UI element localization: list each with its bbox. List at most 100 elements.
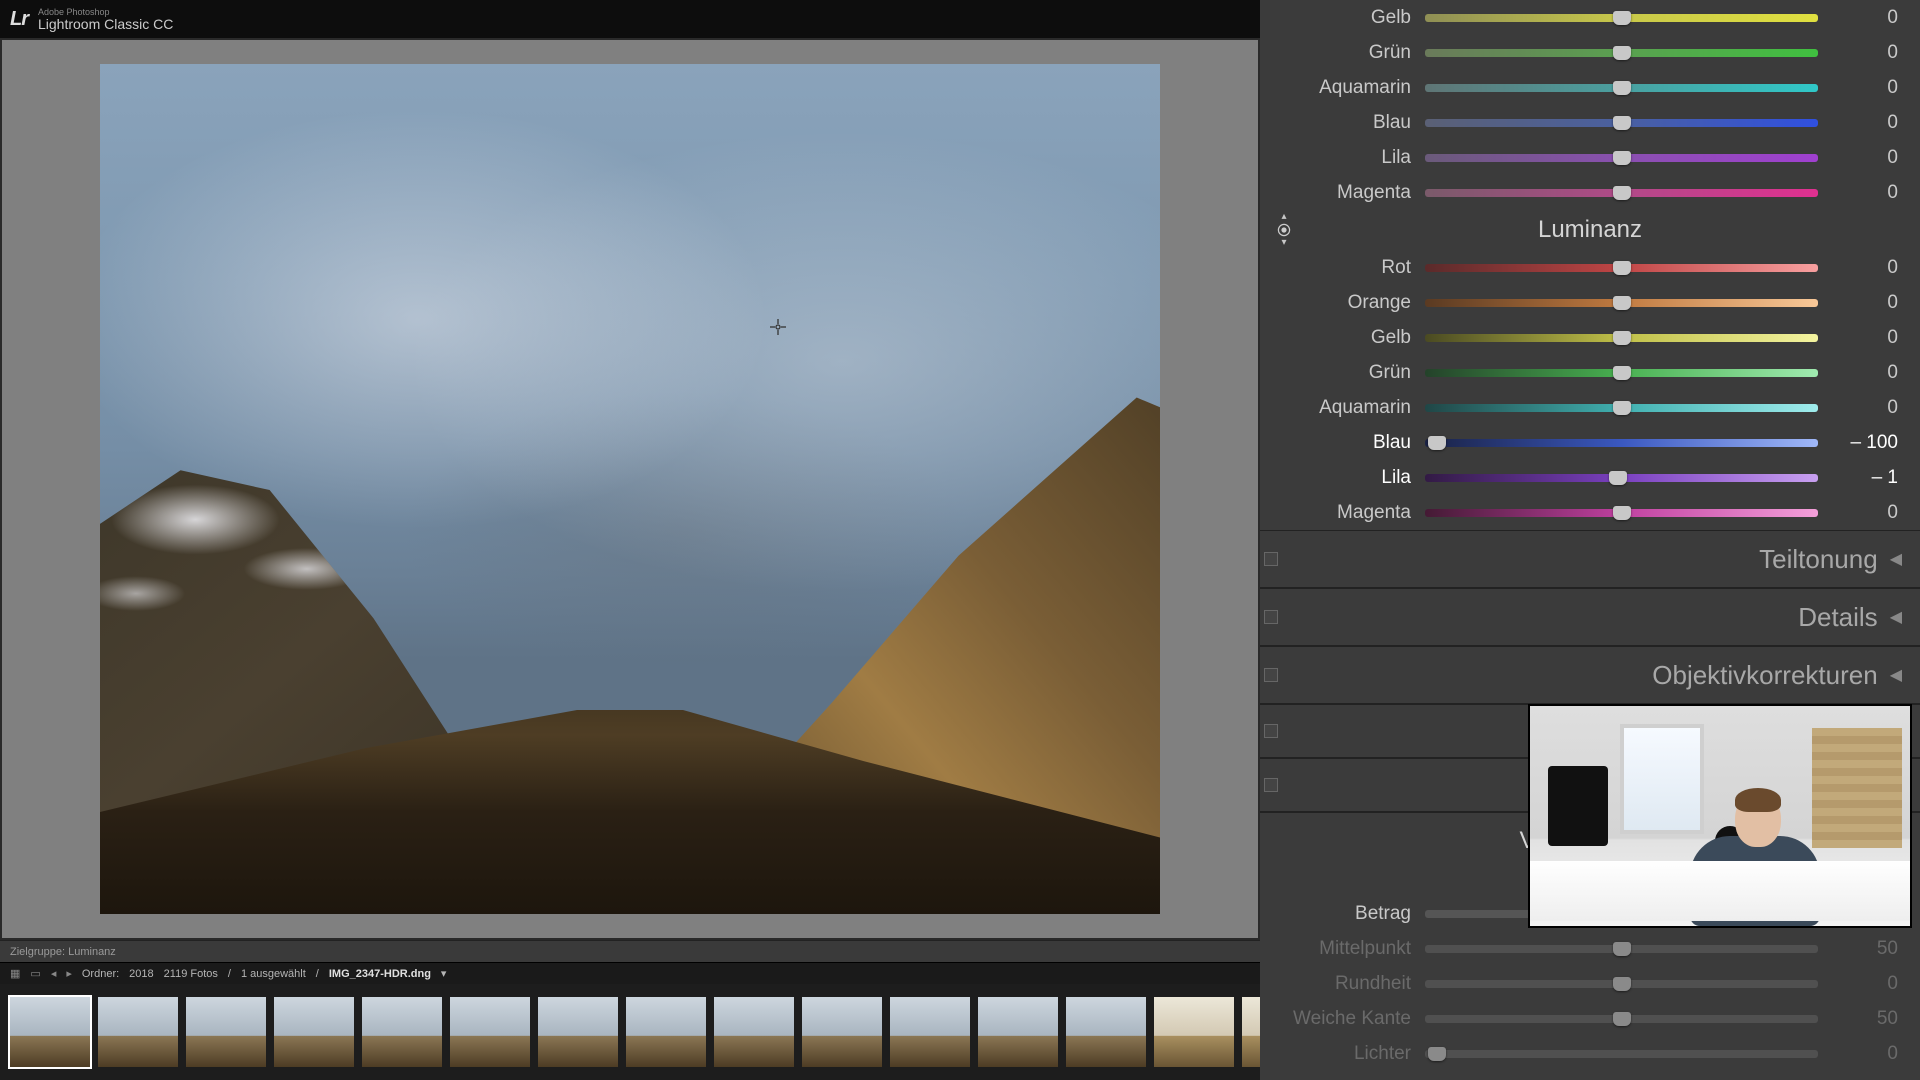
slider-value[interactable]: 0 xyxy=(1818,292,1898,314)
slider-track[interactable] xyxy=(1425,509,1818,517)
filmstrip-thumb[interactable] xyxy=(626,997,706,1067)
vignette-rundheit-row[interactable]: Rundheit 0 xyxy=(1260,966,1920,1001)
filmstrip-thumb[interactable] xyxy=(186,997,266,1067)
preview-canvas[interactable] xyxy=(0,38,1260,940)
filmstrip-thumb[interactable] xyxy=(274,997,354,1067)
slider-thumb[interactable] xyxy=(1613,11,1631,25)
slider-value[interactable]: 0 xyxy=(1818,327,1898,349)
slider-track[interactable] xyxy=(1425,49,1818,57)
develop-panel[interactable]: Gelb 0 Grün 0 Aquamarin 0 Blau 0 Lila 0 … xyxy=(1260,0,1920,1080)
panel-objektiv[interactable]: Objektivkorrekturen ◀ xyxy=(1260,646,1920,704)
slider-thumb[interactable] xyxy=(1613,151,1631,165)
slider-thumb[interactable] xyxy=(1613,942,1631,956)
filename-dropdown-icon[interactable]: ▾ xyxy=(441,967,447,980)
lum-orange-row[interactable]: Orange 0 xyxy=(1260,285,1920,320)
slider-track[interactable] xyxy=(1425,299,1818,307)
slider-thumb[interactable] xyxy=(1613,296,1631,310)
panel-enable-toggle[interactable] xyxy=(1264,552,1278,566)
panel-enable-toggle[interactable] xyxy=(1264,610,1278,624)
filmstrip-thumb[interactable] xyxy=(538,997,618,1067)
panel-teiltonung[interactable]: Teiltonung ◀ xyxy=(1260,530,1920,588)
slider-thumb[interactable] xyxy=(1613,116,1631,130)
lum-aqua-row[interactable]: Aquamarin 0 xyxy=(1260,390,1920,425)
slider-thumb[interactable] xyxy=(1613,506,1631,520)
slider-thumb[interactable] xyxy=(1428,1047,1446,1061)
filmstrip[interactable] xyxy=(0,984,1260,1080)
slider-value[interactable]: 0 xyxy=(1818,362,1898,384)
lum-gelb-row[interactable]: Gelb 0 xyxy=(1260,320,1920,355)
slider-value[interactable]: 0 xyxy=(1818,397,1898,419)
slider-value[interactable]: 0 xyxy=(1818,502,1898,524)
panel-enable-toggle[interactable] xyxy=(1264,724,1278,738)
lum-rot-row[interactable]: Rot 0 xyxy=(1260,250,1920,285)
filmstrip-thumb[interactable] xyxy=(1066,997,1146,1067)
vignette-mittelpunkt-row[interactable]: Mittelpunkt 50 xyxy=(1260,931,1920,966)
slider-thumb[interactable] xyxy=(1609,471,1627,485)
slider-value[interactable]: 0 xyxy=(1818,182,1898,204)
slider-value[interactable]: 50 xyxy=(1818,1008,1898,1030)
slider-track[interactable] xyxy=(1425,945,1818,953)
slider-track[interactable] xyxy=(1425,154,1818,162)
slider-track[interactable] xyxy=(1425,474,1818,482)
slider-track[interactable] xyxy=(1425,1015,1818,1023)
slider-track[interactable] xyxy=(1425,980,1818,988)
lum-gruen-row[interactable]: Grün 0 xyxy=(1260,355,1920,390)
slider-thumb[interactable] xyxy=(1613,186,1631,200)
next-icon[interactable]: ▸ xyxy=(66,967,72,980)
slider-value[interactable]: 50 xyxy=(1818,938,1898,960)
slider-track[interactable] xyxy=(1425,1050,1818,1058)
panel-enable-toggle[interactable] xyxy=(1264,668,1278,682)
filmstrip-thumb[interactable] xyxy=(1242,997,1260,1067)
slider-value[interactable]: – 100 xyxy=(1818,432,1898,454)
slider-track[interactable] xyxy=(1425,189,1818,197)
slider-track[interactable] xyxy=(1425,119,1818,127)
filmstrip-thumb[interactable] xyxy=(10,997,90,1067)
filmstrip-thumb[interactable] xyxy=(1154,997,1234,1067)
slider-track[interactable] xyxy=(1425,14,1818,22)
filmstrip-thumb[interactable] xyxy=(98,997,178,1067)
photo-preview[interactable] xyxy=(100,64,1160,914)
slider-track[interactable] xyxy=(1425,404,1818,412)
slider-value[interactable]: 0 xyxy=(1818,973,1898,995)
slider-track[interactable] xyxy=(1425,439,1818,447)
slider-track[interactable] xyxy=(1425,264,1818,272)
collapse-icon[interactable]: ◀ xyxy=(1890,665,1902,685)
target-adjustment-tool-icon[interactable]: ▴ ▾ xyxy=(1270,212,1298,248)
lum-magenta-row[interactable]: Magenta 0 xyxy=(1260,495,1920,530)
slider-value[interactable]: 0 xyxy=(1818,42,1898,64)
sat-blau-row[interactable]: Blau 0 xyxy=(1260,105,1920,140)
slider-value[interactable]: 0 xyxy=(1818,112,1898,134)
slider-value[interactable]: 0 xyxy=(1818,77,1898,99)
sat-lila-row[interactable]: Lila 0 xyxy=(1260,140,1920,175)
slider-value[interactable]: 0 xyxy=(1818,147,1898,169)
slider-thumb[interactable] xyxy=(1613,977,1631,991)
panel-details[interactable]: Details ◀ xyxy=(1260,588,1920,646)
slider-track[interactable] xyxy=(1425,84,1818,92)
slider-thumb[interactable] xyxy=(1613,261,1631,275)
collapse-icon[interactable]: ◀ xyxy=(1890,607,1902,627)
slider-value[interactable]: 0 xyxy=(1818,257,1898,279)
slider-thumb[interactable] xyxy=(1428,436,1446,450)
filmstrip-thumb[interactable] xyxy=(802,997,882,1067)
filmstrip-thumb[interactable] xyxy=(890,997,970,1067)
slider-track[interactable] xyxy=(1425,334,1818,342)
prev-icon[interactable]: ◂ xyxy=(51,967,57,980)
slider-thumb[interactable] xyxy=(1613,331,1631,345)
sat-gelb-row[interactable]: Gelb 0 xyxy=(1260,0,1920,35)
compare-view-icon[interactable]: ▭ xyxy=(30,967,40,980)
slider-track[interactable] xyxy=(1425,369,1818,377)
filmstrip-thumb[interactable] xyxy=(978,997,1058,1067)
panel-enable-toggle[interactable] xyxy=(1264,778,1278,792)
vignette-lichter-row[interactable]: Lichter 0 xyxy=(1260,1036,1920,1071)
filmstrip-thumb[interactable] xyxy=(450,997,530,1067)
lum-lila-row[interactable]: Lila – 1 xyxy=(1260,460,1920,495)
sat-magenta-row[interactable]: Magenta 0 xyxy=(1260,175,1920,210)
vignette-weiche-row[interactable]: Weiche Kante 50 xyxy=(1260,1001,1920,1036)
slider-value[interactable]: 0 xyxy=(1818,1043,1898,1065)
collapse-icon[interactable]: ◀ xyxy=(1890,549,1902,569)
filmstrip-thumb[interactable] xyxy=(362,997,442,1067)
sat-gruen-row[interactable]: Grün 0 xyxy=(1260,35,1920,70)
grid-view-icon[interactable]: ▦ xyxy=(10,967,20,980)
slider-thumb[interactable] xyxy=(1613,81,1631,95)
slider-value[interactable]: – 1 xyxy=(1818,467,1898,489)
